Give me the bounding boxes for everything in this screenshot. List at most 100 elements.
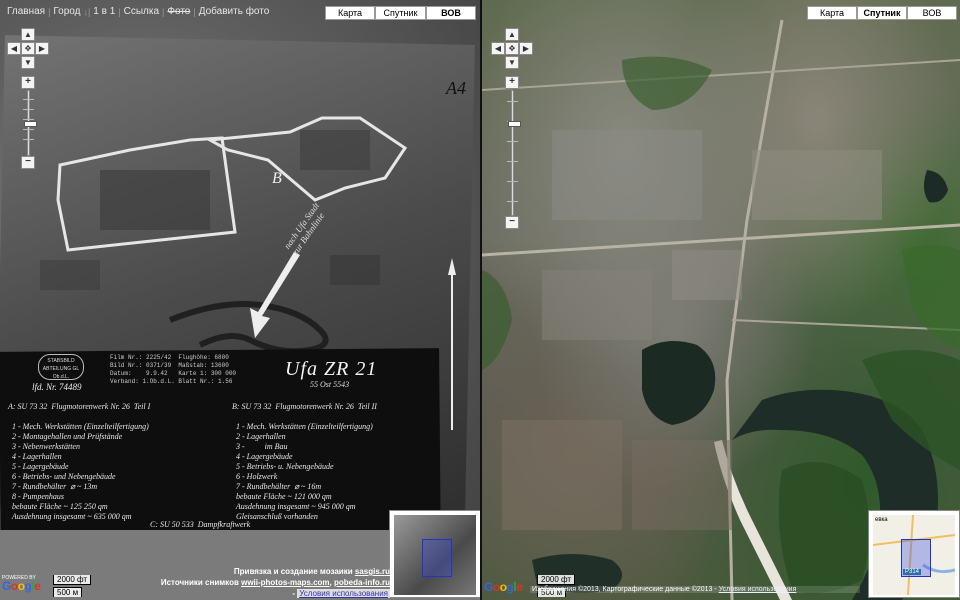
pan-down-icon[interactable]: ▼	[21, 56, 35, 69]
terms-of-use-link-left[interactable]: Условия использования	[297, 589, 390, 598]
pobeda-info-link[interactable]: pobeda-info.ru	[334, 578, 390, 587]
satellite-map-pane[interactable]: Карта Спутник ВОВ ▲ ◀ ✥ ▶ ▼ + − евка Р31…	[482, 0, 960, 600]
sasgis-link[interactable]: sasgis.ru	[355, 567, 390, 576]
zoom-tick	[23, 129, 34, 130]
road-badge: Р314	[903, 569, 922, 575]
scale-feet: 2000 фт	[537, 575, 576, 585]
satellite-lake	[642, 341, 716, 425]
google-logo-letter: o	[17, 579, 25, 593]
map-type-map-button[interactable]: Карта	[807, 6, 857, 20]
archive-lfd-number: lfd. Nr. 74489	[32, 382, 82, 392]
satellite-block	[632, 440, 732, 530]
pan-right-icon[interactable]: ▶	[35, 42, 49, 55]
nav-one-in-one-link[interactable]: 1 в 1	[90, 6, 118, 17]
pan-left-icon[interactable]: ◀	[7, 42, 21, 55]
map-type-satellite-button[interactable]: Спутник	[857, 6, 907, 20]
scale-feet: 2000 фт	[53, 575, 92, 585]
zoom-tick	[23, 99, 34, 100]
map-type-wow-button[interactable]: ВОВ	[907, 6, 957, 20]
nav-link-link[interactable]: Ссылка	[121, 6, 162, 17]
overview-place-label: евка	[875, 517, 888, 523]
archive-corner-mark: А4	[446, 78, 466, 98]
satellite-block	[542, 270, 652, 340]
zoom-tick	[23, 119, 34, 120]
google-logo-letter: o	[10, 579, 18, 593]
pan-left-icon[interactable]: ◀	[491, 42, 505, 55]
satellite-block	[672, 250, 742, 300]
zoom-slider-thumb[interactable]	[24, 121, 37, 127]
satellite-forest	[902, 245, 960, 350]
satellite-block	[752, 150, 882, 220]
zoom-tick	[23, 139, 34, 140]
archive-stamp: STABSBILD ABTEILUNG GL Ob.d.L.	[38, 354, 84, 380]
building-cluster	[300, 130, 370, 170]
zoom-tick	[507, 161, 518, 162]
archive-film-block: Film Nr.: 2225/42 Flughöhe: 6800 Bild Nr…	[110, 354, 237, 385]
attribution-left: Привязка и создание мозаики sasgis.ru Ис…	[140, 566, 390, 599]
map-type-map-button[interactable]: Карта	[325, 6, 375, 20]
satellite-forest	[482, 270, 512, 370]
building-cluster	[100, 170, 210, 230]
google-logo[interactable]: POWERED BY Google	[2, 575, 41, 593]
google-logo-letter: G	[484, 580, 493, 594]
zoom-in-icon[interactable]: +	[505, 76, 519, 89]
pan-down-icon[interactable]: ▼	[505, 56, 519, 69]
google-logo-letter: e	[516, 580, 523, 594]
archive-river	[168, 301, 329, 355]
terms-of-use-link-right[interactable]: Условия использования	[719, 586, 797, 593]
nav-add-photo-link[interactable]: Добавить фото	[196, 6, 273, 17]
google-logo-letter: o	[492, 580, 500, 594]
attribution-mosaic-label: Привязка и создание мозаики	[233, 567, 355, 576]
map-type-wow-button[interactable]: ВОВ	[426, 6, 476, 20]
archive-zone-label: В	[272, 170, 282, 187]
archive-title: Ufa ZR 21	[285, 358, 378, 380]
building-cluster	[40, 260, 100, 290]
google-logo-letter: o	[499, 580, 507, 594]
pan-up-icon[interactable]: ▲	[21, 28, 35, 41]
map-type-satellite-button[interactable]: Спутник	[375, 6, 426, 20]
satellite-road	[725, 19, 784, 600]
zoom-tick	[507, 181, 518, 182]
map-type-selector-right: Карта Спутник ВОВ	[807, 6, 957, 20]
zoom-tick	[507, 141, 518, 142]
google-logo[interactable]: Google	[484, 580, 523, 594]
zoom-slider-thumb[interactable]	[508, 121, 521, 127]
pan-center-icon[interactable]: ✥	[21, 42, 35, 55]
top-navigation: Главная | Город ↓| 1 в 1 | Ссылка | Фото…	[4, 6, 272, 17]
google-logo-letter: e	[34, 579, 41, 593]
zoom-slider-track[interactable]	[507, 90, 521, 216]
building-cluster	[330, 255, 380, 285]
overview-map-image	[394, 515, 476, 595]
zoom-slider-track[interactable]	[23, 90, 37, 156]
zoom-out-icon[interactable]: −	[21, 156, 35, 169]
overview-viewport-rect[interactable]	[422, 539, 452, 577]
google-logo-letter: G	[2, 579, 11, 593]
map-type-selector-left: Карта Спутник ВОВ	[325, 6, 476, 20]
zoom-out-icon[interactable]: −	[505, 216, 519, 229]
pan-center-icon[interactable]: ✥	[505, 42, 519, 55]
nav-separator: ↓|	[83, 6, 91, 17]
nav-city-link[interactable]: Город	[50, 6, 83, 17]
overview-map-image: евка Р314	[873, 515, 955, 595]
satellite-block	[502, 420, 622, 530]
zoom-tick	[23, 109, 34, 110]
scale-meters: 500 м	[53, 587, 83, 597]
nav-photo-link[interactable]: Фото	[164, 6, 193, 17]
satellite-forest	[778, 462, 870, 594]
satellite-block	[552, 130, 702, 220]
satellite-road	[482, 59, 960, 91]
overview-map-left[interactable]	[389, 510, 480, 598]
overview-map-right[interactable]: евка Р314	[868, 510, 960, 598]
nav-home-link[interactable]: Главная	[4, 6, 48, 17]
archive-legend-c: C: SU 50 533 Dampfkraftwerk	[150, 520, 251, 529]
wwii-photos-maps-link[interactable]: wwii-photos-maps.com	[241, 578, 329, 587]
pan-up-icon[interactable]: ▲	[505, 28, 519, 41]
archive-subtitle: 55 Ost 5543	[310, 380, 350, 389]
pan-right-icon[interactable]: ▶	[519, 42, 533, 55]
zoom-in-icon[interactable]: +	[21, 76, 35, 89]
archive-legend-a: A: SU 73 32 Flugmotorenwerk Nr. 26 Teil …	[8, 402, 151, 521]
archive-map-pane[interactable]: А4 В nach Ufa Stadt zur Bahnlinie STABSB…	[0, 0, 480, 600]
attribution-copyright: Изображения ©2013, Картографические данн…	[532, 586, 717, 593]
archive-arrow-north	[448, 258, 456, 430]
archive-legend-b: B: SU 73 32 Flugmotorenwerk Nr. 26 Teil …	[232, 402, 377, 521]
